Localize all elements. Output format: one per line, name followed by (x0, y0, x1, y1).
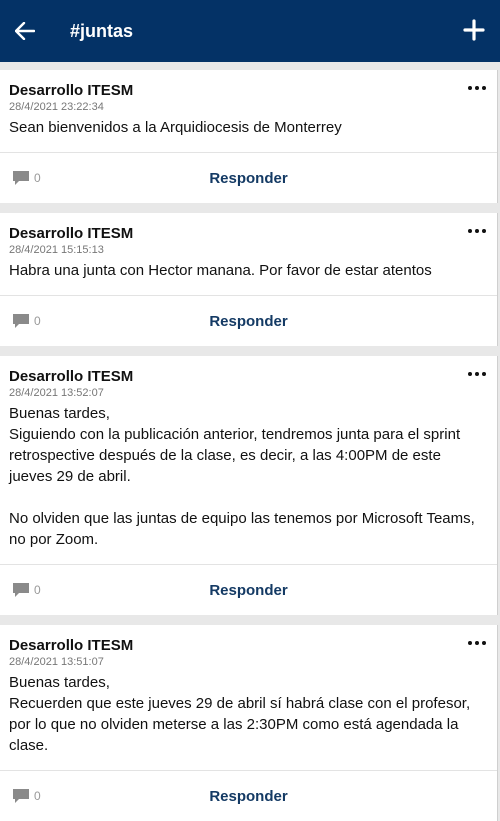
post-footer: 0 Responder (0, 295, 497, 346)
post-date: 28/4/2021 23:22:34 (9, 101, 104, 113)
reply-button[interactable]: Responder (209, 788, 287, 805)
comment-count-value: 0 (34, 314, 41, 328)
arrow-left-icon (15, 22, 35, 40)
post-text: Buenas tardes, Siguiendo con la publicac… (9, 405, 475, 548)
post-footer: 0 Responder (0, 152, 497, 203)
comment-count[interactable]: 0 (12, 788, 41, 804)
more-options-icon[interactable] (468, 227, 486, 235)
post-text: Habra una junta con Hector manana. Por f… (9, 262, 432, 279)
posts-feed: Desarrollo ITESM 28/4/2021 23:22:34 Sean… (0, 62, 500, 821)
post-card: Desarrollo ITESM 28/4/2021 15:15:13 Habr… (0, 213, 498, 346)
post-text: Buenas tardes, Recuerden que este jueves… (9, 674, 471, 754)
comment-icon (13, 583, 29, 597)
post-date: 28/4/2021 13:51:07 (9, 656, 104, 668)
comment-count-value: 0 (34, 789, 41, 803)
post-card: Desarrollo ITESM 28/4/2021 13:51:07 Buen… (0, 625, 498, 821)
comment-count[interactable]: 0 (12, 313, 41, 329)
comment-icon (13, 171, 29, 185)
add-post-button[interactable] (462, 18, 486, 42)
back-button[interactable] (0, 0, 50, 62)
post-body: Desarrollo ITESM 28/4/2021 15:15:13 Habr… (0, 213, 497, 295)
reply-button[interactable]: Responder (209, 170, 287, 187)
comment-icon (13, 789, 29, 803)
post-card: Desarrollo ITESM 28/4/2021 13:52:07 Buen… (0, 356, 498, 615)
reply-button[interactable]: Responder (209, 582, 287, 599)
post-body: Desarrollo ITESM 28/4/2021 23:22:34 Sean… (0, 70, 497, 152)
post-date: 28/4/2021 15:15:13 (9, 244, 104, 256)
post-footer: 0 Responder (0, 564, 497, 615)
post-author: Desarrollo ITESM (9, 225, 134, 242)
plus-icon (463, 19, 485, 41)
post-text: Sean bienvenidos a la Arquidiocesis de M… (9, 119, 342, 136)
comment-count[interactable]: 0 (12, 582, 41, 598)
more-options-icon[interactable] (468, 84, 486, 92)
post-body: Desarrollo ITESM 28/4/2021 13:51:07 Buen… (0, 625, 497, 770)
reply-button[interactable]: Responder (209, 313, 287, 330)
post-author: Desarrollo ITESM (9, 637, 134, 654)
post-author: Desarrollo ITESM (9, 368, 134, 385)
channel-title: #juntas (70, 20, 134, 41)
more-options-icon[interactable] (468, 639, 486, 647)
comment-count-value: 0 (34, 583, 41, 597)
post-body: Desarrollo ITESM 28/4/2021 13:52:07 Buen… (0, 356, 497, 564)
comment-count-value: 0 (34, 171, 41, 185)
post-date: 28/4/2021 13:52:07 (9, 387, 104, 399)
comment-icon (13, 314, 29, 328)
post-card: Desarrollo ITESM 28/4/2021 23:22:34 Sean… (0, 70, 498, 203)
comment-count[interactable]: 0 (12, 170, 41, 186)
app-header: #juntas (0, 0, 500, 62)
more-options-icon[interactable] (468, 370, 486, 378)
post-author: Desarrollo ITESM (9, 82, 134, 99)
